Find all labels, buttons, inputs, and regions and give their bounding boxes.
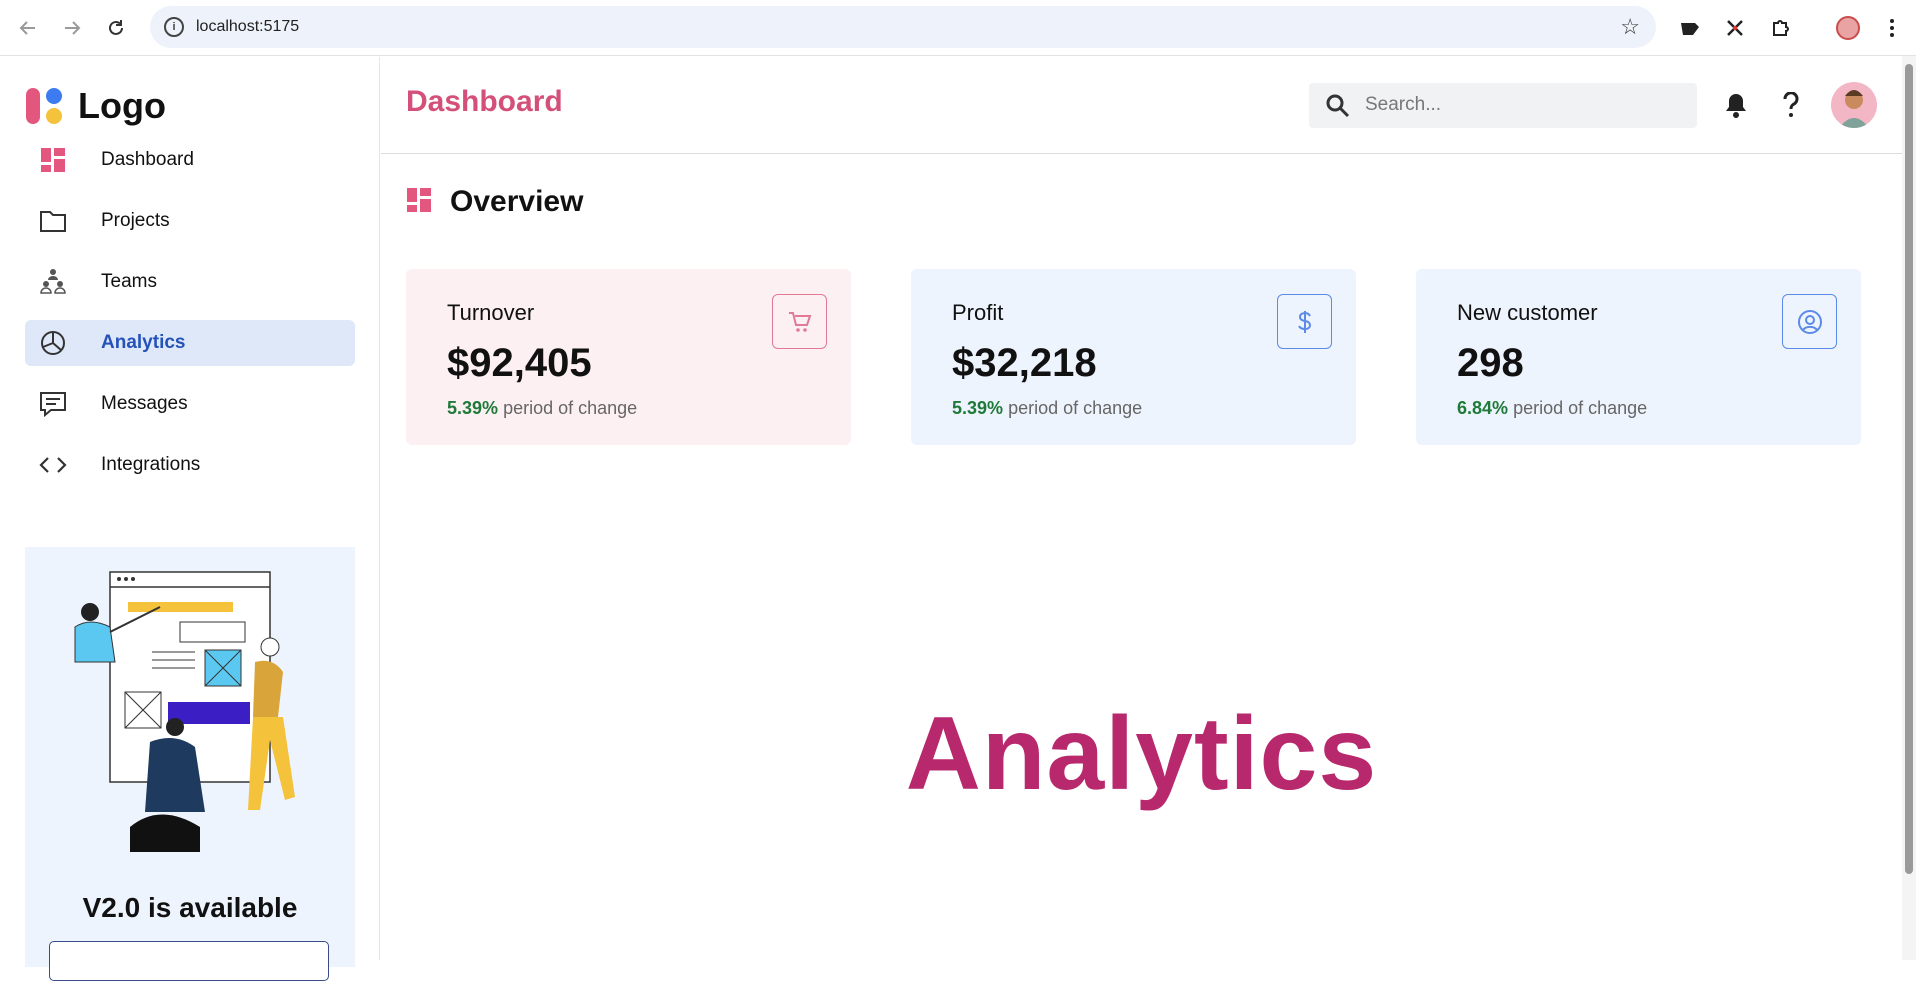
back-arrow-icon[interactable] xyxy=(14,14,42,42)
change-label: period of change xyxy=(1008,398,1143,418)
dashboard-icon xyxy=(406,187,432,218)
sidebar-item-dashboard[interactable]: Dashboard xyxy=(25,137,355,183)
extensions-puzzle-icon[interactable] xyxy=(1766,14,1794,42)
top-header: Dashboard xyxy=(381,57,1902,154)
change-percent: 5.39% xyxy=(952,398,1004,418)
sidebar-item-label: Projects xyxy=(101,210,170,231)
team-illustration-image xyxy=(74,571,295,852)
page-scrollbar[interactable] xyxy=(1902,56,1916,960)
profile-avatar-icon[interactable] xyxy=(1834,14,1862,42)
dollar-icon[interactable] xyxy=(1277,294,1332,349)
sidebar-item-label: Analytics xyxy=(101,332,186,353)
code-icon xyxy=(39,451,67,479)
page-title: Dashboard xyxy=(406,85,563,118)
help-question-icon[interactable] xyxy=(1775,87,1807,123)
card-value: $92,405 xyxy=(447,341,592,385)
sidebar-item-projects[interactable]: Projects xyxy=(25,198,355,244)
teams-icon xyxy=(39,268,67,296)
sidebar-item-messages[interactable]: Messages xyxy=(25,381,355,427)
scrollbar-thumb[interactable] xyxy=(1905,64,1913,874)
extension-tools-icon[interactable] xyxy=(1721,14,1749,42)
sidebar-item-integrations[interactable]: Integrations xyxy=(25,442,355,488)
notification-bell-icon[interactable] xyxy=(1720,87,1752,123)
card-value: 298 xyxy=(1457,341,1524,385)
message-icon xyxy=(39,390,67,418)
reload-icon[interactable] xyxy=(102,14,130,42)
main-content: Overview Turnover $92,405 5.39% period o… xyxy=(381,155,1902,960)
pie-chart-icon xyxy=(39,329,67,357)
promo-action-button[interactable] xyxy=(49,941,329,981)
card-title: New customer xyxy=(1457,300,1598,325)
sidebar-item-analytics[interactable]: Analytics xyxy=(25,320,355,366)
change-percent: 6.84% xyxy=(1457,398,1509,418)
bookmark-star-icon[interactable]: ☆ xyxy=(1620,14,1640,40)
overview-heading: Overview xyxy=(406,185,583,219)
section-title: Overview xyxy=(450,185,584,218)
user-avatar[interactable] xyxy=(1831,82,1877,128)
change-percent: 5.39% xyxy=(447,398,499,418)
sidebar-menu: Dashboard Projects Teams Analytics Messa… xyxy=(25,137,355,503)
search-box[interactable] xyxy=(1309,83,1697,128)
promo-title: V2.0 is available xyxy=(82,892,298,923)
stat-card-turnover: Turnover $92,405 5.39% period of change xyxy=(406,269,851,445)
upgrade-promo-card: V2.0 is available xyxy=(25,547,355,981)
logo-mark-icon xyxy=(26,86,68,126)
logo[interactable]: Logo xyxy=(26,85,166,127)
change-label: period of change xyxy=(1513,398,1648,418)
folder-icon xyxy=(39,207,67,235)
card-value: $32,218 xyxy=(952,341,1097,385)
logo-text: Logo xyxy=(78,85,166,126)
card-title: Profit xyxy=(952,300,1004,325)
user-circle-icon[interactable] xyxy=(1782,294,1837,349)
sidebar-item-label: Messages xyxy=(101,393,188,414)
stat-card-new-customer: New customer 298 6.84% period of change xyxy=(1416,269,1861,445)
dashboard-icon xyxy=(39,146,67,174)
sidebar-item-label: Teams xyxy=(101,271,157,292)
change-label: period of change xyxy=(503,398,638,418)
search-input[interactable] xyxy=(1365,91,1665,119)
card-change: 6.84% period of change xyxy=(1457,398,1647,419)
extension-icon[interactable] xyxy=(1676,14,1704,42)
search-icon xyxy=(1325,93,1351,124)
card-change: 5.39% period of change xyxy=(447,398,637,419)
address-bar[interactable]: i localhost:5175 ☆ xyxy=(150,6,1656,48)
sidebar: Logo Dashboard Projects Teams Analytics xyxy=(0,57,380,981)
browser-toolbar: i localhost:5175 ☆ xyxy=(0,0,1916,56)
cart-icon[interactable] xyxy=(772,294,827,349)
site-info-icon[interactable]: i xyxy=(164,17,184,37)
url-text: localhost:5175 xyxy=(196,18,300,35)
stat-card-profit: Profit $32,218 5.39% period of change xyxy=(911,269,1356,445)
sidebar-item-label: Integrations xyxy=(101,454,201,475)
card-change: 5.39% period of change xyxy=(952,398,1142,419)
sidebar-item-teams[interactable]: Teams xyxy=(25,259,355,305)
sidebar-item-label: Dashboard xyxy=(101,149,194,170)
forward-arrow-icon[interactable] xyxy=(58,14,86,42)
card-title: Turnover xyxy=(447,300,535,325)
page-heading: Analytics xyxy=(905,696,1378,812)
browser-menu-icon[interactable] xyxy=(1878,14,1906,42)
